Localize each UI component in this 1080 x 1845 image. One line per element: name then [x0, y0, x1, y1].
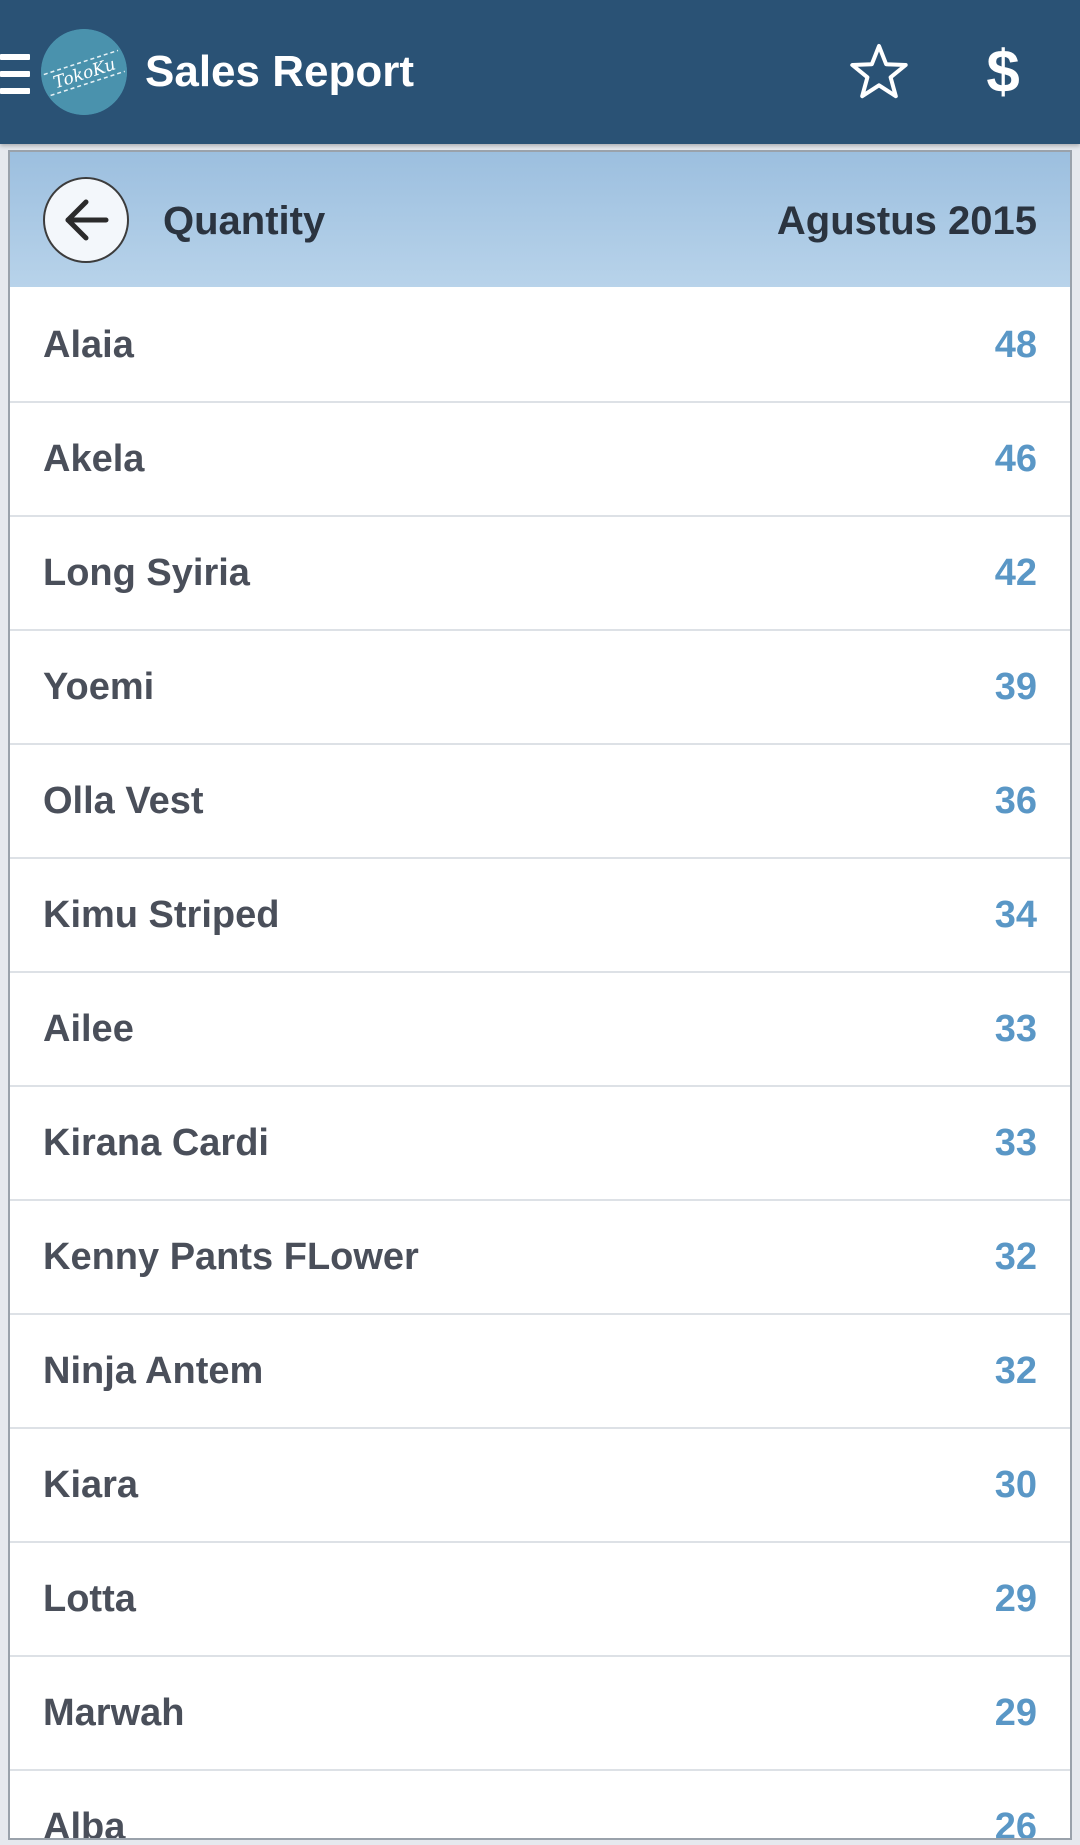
list-item[interactable]: Akela 46	[10, 403, 1070, 517]
item-quantity: 26	[994, 1806, 1037, 1840]
app-title: Sales Report	[145, 47, 414, 96]
list-item[interactable]: Lotta 29	[10, 1543, 1070, 1657]
item-quantity: 33	[994, 1122, 1037, 1164]
product-list: Alaia 48 Akela 46 Long Syiria 42 Yoemi 3…	[10, 289, 1070, 1840]
list-item[interactable]: Alaia 48	[10, 289, 1070, 403]
item-quantity: 36	[994, 780, 1037, 822]
item-name: Akela	[43, 438, 145, 480]
item-name: Lotta	[43, 1578, 136, 1620]
metric-label: Quantity	[163, 199, 326, 243]
item-quantity: 33	[994, 1008, 1037, 1050]
hamburger-menu-icon[interactable]	[0, 52, 32, 96]
item-name: Olla Vest	[43, 780, 204, 822]
item-name: Marwah	[43, 1692, 185, 1734]
item-name: Yoemi	[43, 666, 155, 708]
item-name: Kiara	[43, 1464, 139, 1506]
item-quantity: 29	[994, 1692, 1037, 1734]
item-quantity: 34	[994, 894, 1037, 936]
item-quantity: 48	[994, 324, 1037, 366]
app-bar: TokoKu Sales Report $	[0, 0, 1080, 144]
list-item[interactable]: Kiara 30	[10, 1429, 1070, 1543]
item-quantity: 30	[994, 1464, 1037, 1506]
list-item[interactable]: Kenny Pants FLower 32	[10, 1201, 1070, 1315]
app-logo[interactable]: TokoKu	[41, 29, 127, 115]
list-item[interactable]: Ailee 33	[10, 973, 1070, 1087]
item-name: Kenny Pants FLower	[43, 1236, 419, 1278]
sales-report-screen: TokoKu Sales Report $ Quantity Agustus 2…	[0, 0, 1080, 1845]
list-item[interactable]: Marwah 29	[10, 1657, 1070, 1771]
back-button[interactable]	[43, 177, 129, 263]
item-quantity: 32	[994, 1350, 1037, 1392]
star-icon[interactable]	[848, 42, 910, 104]
list-item[interactable]: Kimu Striped 34	[10, 859, 1070, 973]
report-header: Quantity Agustus 2015	[10, 152, 1070, 287]
list-item[interactable]: Alba 26	[10, 1771, 1070, 1840]
item-quantity: 42	[994, 552, 1037, 594]
item-quantity: 29	[994, 1578, 1037, 1620]
list-item[interactable]: Olla Vest 36	[10, 745, 1070, 859]
item-quantity: 39	[994, 666, 1037, 708]
report-period[interactable]: Agustus 2015	[777, 197, 1037, 245]
item-quantity: 46	[994, 438, 1037, 480]
item-name: Alaia	[43, 324, 134, 366]
item-name: Alba	[43, 1806, 126, 1840]
list-item[interactable]: Long Syiria 42	[10, 517, 1070, 631]
report-card: Quantity Agustus 2015 Alaia 48 Akela 46 …	[8, 150, 1072, 1840]
item-name: Kirana Cardi	[43, 1122, 269, 1164]
arrow-left-icon	[65, 199, 109, 241]
item-name: Long Syiria	[43, 552, 250, 594]
item-name: Ailee	[43, 1008, 134, 1050]
dollar-icon[interactable]: $	[975, 36, 1031, 108]
item-quantity: 32	[994, 1236, 1037, 1278]
list-item[interactable]: Yoemi 39	[10, 631, 1070, 745]
list-item[interactable]: Kirana Cardi 33	[10, 1087, 1070, 1201]
list-item[interactable]: Ninja Antem 32	[10, 1315, 1070, 1429]
item-name: Kimu Striped	[43, 894, 280, 936]
item-name: Ninja Antem	[43, 1350, 264, 1392]
